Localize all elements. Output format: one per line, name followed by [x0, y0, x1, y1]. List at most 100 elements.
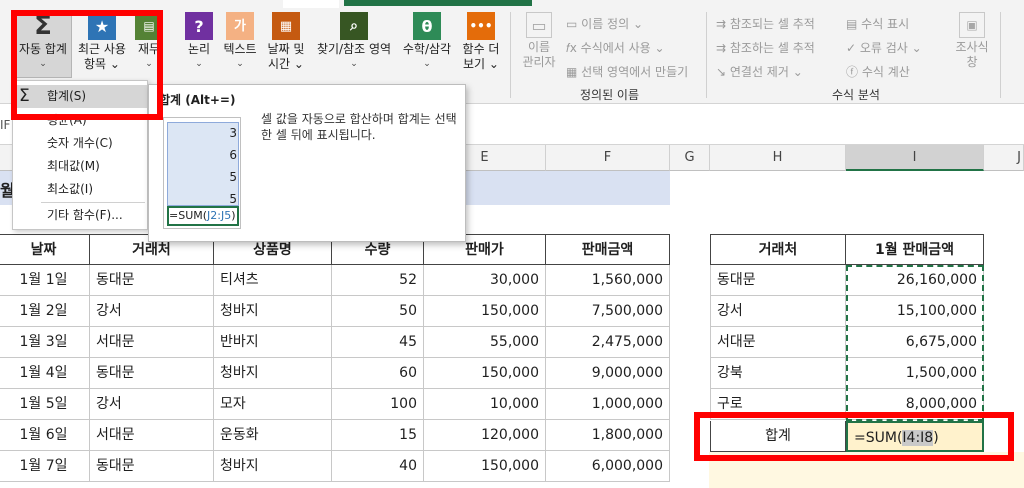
trace-dependents-button[interactable]: ⇉ 참조하는 셀 추적 [716, 39, 815, 56]
table-cell[interactable]: 45 [332, 327, 424, 358]
evaluate-formula-icon: ⓕ [846, 65, 862, 79]
table-cell[interactable]: 60 [332, 358, 424, 389]
more-dots-icon: ••• [467, 12, 495, 40]
group-divider [1000, 12, 1001, 98]
formula-auditing-group-label: 수식 분석 [832, 88, 880, 102]
tooltip-sample: 3 6 5 5 =SUM(J2:J5) [163, 117, 241, 229]
table-cell[interactable]: 6,000,000 [546, 451, 670, 482]
logical-button[interactable]: ? 논리 ⌄ [184, 12, 214, 72]
table-cell[interactable]: 반바지 [214, 327, 332, 358]
menu-item-min[interactable]: 최소값(I) [13, 178, 147, 201]
table-cell[interactable]: 1월 6일 [0, 420, 90, 451]
table-cell[interactable]: 1,560,000 [546, 265, 670, 296]
chevron-down-icon: ⌄ [788, 65, 803, 79]
table-cell[interactable]: 1,800,000 [546, 420, 670, 451]
table-cell[interactable]: 1월 1일 [0, 265, 90, 296]
summary-cell[interactable]: 강서 [710, 296, 846, 327]
table-cell[interactable]: 150,000 [424, 358, 546, 389]
column-header-j[interactable]: J [984, 145, 1024, 171]
define-name-button[interactable]: ▭ 이름 정의 ⌄ [566, 15, 643, 32]
menu-item-label: 숫자 개수(C) [47, 136, 113, 150]
column-header-i[interactable]: I [846, 145, 984, 171]
trace-precedents-button[interactable]: ⇉ 참조되는 셀 추적 [716, 15, 815, 32]
table-cell[interactable]: 1월 4일 [0, 358, 90, 389]
table-cell[interactable]: 1월 7일 [0, 451, 90, 482]
menu-item-label: 최대값(M) [47, 159, 100, 173]
create-from-selection-button[interactable]: ▦ 선택 영역에서 만들기 [566, 63, 688, 80]
remove-arrows-button[interactable]: ↘ 연결선 제거 ⌄ [716, 63, 803, 80]
table-cell[interactable]: 청바지 [214, 358, 332, 389]
more-functions-button[interactable]: ••• 함수 더 보기 ⌄ [458, 12, 504, 72]
table-cell[interactable]: 1월 5일 [0, 389, 90, 420]
table-cell[interactable]: 120,000 [424, 420, 546, 451]
table-cell[interactable]: 동대문 [90, 265, 214, 296]
trace-dependents-icon: ⇉ [716, 41, 730, 55]
trace-precedents-label: 참조되는 셀 추적 [729, 17, 815, 31]
table-cell[interactable]: 1,000,000 [546, 389, 670, 420]
table-cell[interactable]: 150,000 [424, 296, 546, 327]
question-icon: ? [185, 12, 213, 40]
math-trig-button[interactable]: θ 수학/삼각 ⌄ [398, 12, 456, 72]
column-header-f[interactable]: F [546, 145, 670, 171]
summary-cell[interactable]: 강북 [710, 358, 846, 389]
table-header-cell[interactable]: 판매금액 [546, 234, 670, 265]
date-time-button[interactable]: ▦ 날짜 및 시간 ⌄ [264, 12, 308, 72]
table-cell[interactable]: 서대문 [90, 420, 214, 451]
table-cell[interactable]: 55,000 [424, 327, 546, 358]
sample-formula: =SUM(J2:J5) [167, 206, 239, 226]
table-cell[interactable]: 30,000 [424, 265, 546, 296]
table-cell[interactable]: 동대문 [90, 358, 214, 389]
summary-header-cell[interactable]: 1월 판매금액 [846, 234, 984, 265]
lookup-reference-button[interactable]: ⌕ 찾기/참조 영역 ⌄ [312, 12, 396, 72]
name-box[interactable]: IF [0, 118, 10, 132]
table-cell[interactable]: 150,000 [424, 451, 546, 482]
table-cell[interactable]: 2,475,000 [546, 327, 670, 358]
table-header-cell[interactable]: 날짜 [0, 234, 90, 265]
table-cell[interactable]: 50 [332, 296, 424, 327]
table-cell[interactable]: 강서 [90, 296, 214, 327]
text-button[interactable]: 가 텍스트 ⌄ [220, 12, 260, 72]
error-check-icon: ✓ [846, 41, 860, 55]
summary-cell[interactable]: 동대문 [710, 265, 846, 296]
watch-window-label-1: 조사식 [955, 40, 989, 54]
menu-item-more-functions[interactable]: 기타 함수(F)... [13, 204, 147, 227]
table-cell[interactable]: 52 [332, 265, 424, 296]
sample-formula-prefix: =SUM( [169, 209, 208, 222]
sample-value: 5 [229, 192, 237, 206]
more-label-2: 보기 ⌄ [463, 57, 499, 71]
watch-window-icon: ▣ [959, 12, 985, 38]
table-cell[interactable]: 티셔츠 [214, 265, 332, 296]
table-cell[interactable]: 청바지 [214, 451, 332, 482]
menu-item-max[interactable]: 최대값(M) [13, 155, 147, 178]
table-cell[interactable]: 15 [332, 420, 424, 451]
name-manager-button[interactable]: ▭ 이름 관리자 [516, 12, 562, 70]
evaluate-formula-button[interactable]: ⓕ 수식 계산 [846, 63, 910, 80]
table-cell[interactable]: 1월 2일 [0, 296, 90, 327]
table-cell[interactable]: 1월 3일 [0, 327, 90, 358]
table-cell[interactable]: 모자 [214, 389, 332, 420]
fx-icon: 𝑓x [566, 41, 581, 55]
table-cell[interactable]: 7,500,000 [546, 296, 670, 327]
column-header-h[interactable]: H [710, 145, 846, 171]
table-cell[interactable]: 운동화 [214, 420, 332, 451]
table-cell[interactable]: 동대문 [90, 451, 214, 482]
table-cell[interactable]: 9,000,000 [546, 358, 670, 389]
error-checking-button[interactable]: ✓ 오류 검사 ⌄ [846, 39, 922, 56]
column-header-g[interactable]: G [670, 145, 710, 171]
summary-cell[interactable]: 서대문 [710, 327, 846, 358]
show-formulas-button[interactable]: ▤ 수식 표시 [846, 15, 909, 32]
menu-item-count[interactable]: 숫자 개수(C) [13, 132, 147, 155]
table-cell[interactable]: 강서 [90, 389, 214, 420]
table-cell[interactable]: 40 [332, 451, 424, 482]
summary-header-cell[interactable]: 거래처 [710, 234, 846, 265]
use-in-formula-button[interactable]: 𝑓x 수식에서 사용 ⌄ [566, 39, 665, 56]
table-cell[interactable]: 청바지 [214, 296, 332, 327]
remove-arrows-icon: ↘ [716, 65, 730, 79]
logical-label: 논리 [187, 42, 211, 56]
table-cell[interactable]: 100 [332, 389, 424, 420]
table-cell[interactable]: 서대문 [90, 327, 214, 358]
highlight-box-autosum [11, 10, 163, 120]
chevron-down-icon: ⌄ [350, 59, 358, 69]
watch-window-button[interactable]: ▣ 조사식 창 [952, 12, 992, 70]
table-cell[interactable]: 10,000 [424, 389, 546, 420]
